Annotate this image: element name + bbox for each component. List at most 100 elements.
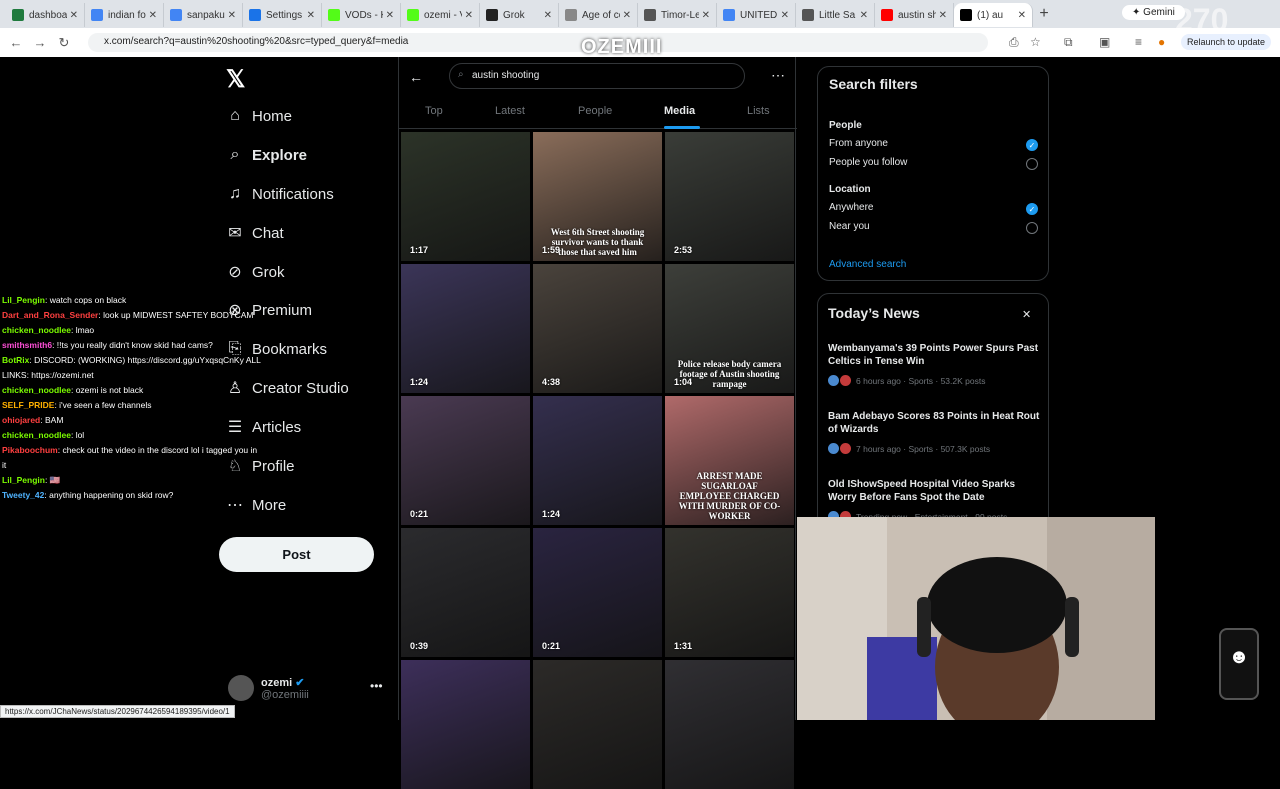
media-tile[interactable] [401, 660, 530, 789]
browser-tab[interactable]: Grok ✕ [480, 3, 559, 27]
tab-search-icon[interactable]: ≡ [1135, 35, 1142, 49]
close-icon[interactable]: ✕ [149, 10, 157, 21]
chat-message: chicken_noodlee: lol [2, 428, 262, 443]
x-logo-icon[interactable]: 𝕏 [226, 65, 245, 94]
search-input[interactable]: ⌕ austin shooting [449, 63, 745, 89]
browser-tab[interactable]: Little Sa ✕ [796, 3, 875, 27]
advanced-search-link[interactable]: Advanced search [829, 259, 906, 270]
back-arrow-icon[interactable]: ← [409, 69, 423, 85]
tab-media[interactable]: Media [664, 105, 695, 117]
media-tile[interactable]: 1:24 [533, 396, 662, 525]
chat-username: chicken_noodlee [2, 430, 71, 440]
bookmark-star-icon[interactable]: ☆ [1030, 35, 1041, 49]
close-icon[interactable]: ✕ [1022, 308, 1031, 321]
browser-tab[interactable]: indian fo ✕ [85, 3, 164, 27]
install-icon[interactable]: ⎙ [1009, 35, 1019, 50]
browser-tab[interactable]: ozemi - V✕ [401, 3, 480, 27]
media-tile[interactable]: 0:39 [401, 528, 530, 657]
media-tile[interactable]: ARREST MADE SUGARLOAF EMPLOYEE CHARGED W… [665, 396, 794, 525]
media-tile[interactable] [665, 660, 794, 789]
media-tile[interactable]: 2:53 [665, 132, 794, 261]
news-avatar [828, 443, 839, 454]
tab-top[interactable]: Top [425, 105, 443, 117]
chat-username: Pikaboochum [2, 445, 58, 455]
close-icon[interactable]: ✕ [70, 10, 78, 21]
profile-name: ozemi ✔ [261, 677, 305, 689]
tab-title: Timor-Le [661, 9, 699, 21]
news-meta-text: 6 hours ago · Sports · 53.2K posts [856, 375, 986, 386]
tab-title: dashboa [29, 9, 67, 21]
radio-unchecked-icon[interactable] [1026, 222, 1038, 234]
main-column: ← ⌕ austin shooting ⋯ Top Latest People Med… [398, 57, 797, 789]
news-meta: 7 hours ago · Sports · 507.3K posts [828, 443, 990, 454]
reload-icon[interactable]: ↻ [52, 35, 76, 51]
tab-lists[interactable]: Lists [747, 105, 770, 117]
nav-item-notifications[interactable]: ♫ Notifications [218, 178, 334, 210]
news-headline[interactable]: Old IShowSpeed Hospital Video Sparks Wor… [828, 478, 1043, 504]
extensions-icon[interactable]: ⧉ [1064, 35, 1073, 50]
media-tile[interactable]: 1:31 [665, 528, 794, 657]
back-icon[interactable]: ← [4, 35, 28, 50]
close-icon[interactable]: ✕ [386, 10, 394, 21]
tab-title: Settings [266, 9, 303, 21]
close-icon[interactable]: ✕ [939, 10, 947, 21]
nav-item-chat[interactable]: ✉ Chat [218, 217, 283, 249]
close-icon[interactable]: ✕ [860, 10, 868, 21]
more-dots-icon[interactable]: ••• [370, 679, 383, 693]
forward-icon[interactable]: → [28, 35, 52, 50]
radio-checked-icon[interactable]: ✓ [1026, 139, 1038, 151]
browser-tab[interactable]: Settings ✕ [243, 3, 322, 27]
nav-item-home[interactable]: ⌂ Home [218, 100, 292, 132]
browser-tab[interactable]: (1) au ✕ [954, 3, 1033, 27]
profile-handle: @ozemiiii [261, 689, 309, 701]
close-icon[interactable]: ✕ [781, 10, 789, 21]
media-tile[interactable]: 4:38 [533, 264, 662, 393]
news-headline[interactable]: Bam Adebayo Scores 83 Points in Heat Rou… [828, 410, 1043, 436]
browser-tab[interactable]: VODs - K✕ [322, 3, 401, 27]
close-icon[interactable]: ✕ [1018, 10, 1026, 21]
close-icon[interactable]: ✕ [623, 10, 631, 21]
media-caption: Police release body camera footage of Au… [677, 359, 782, 389]
news-avatar [840, 375, 851, 386]
news-headline[interactable]: Wembanyama's 39 Points Power Spurs Past … [828, 342, 1043, 368]
close-icon[interactable]: ✕ [307, 10, 315, 21]
post-button[interactable]: Post [219, 537, 374, 572]
chat-message: Lil_Pengin: 🇺🇸 [2, 473, 262, 488]
media-tile[interactable]: 0:21 [401, 396, 530, 525]
nav-item-explore[interactable]: ⌕ Explore [218, 139, 308, 171]
chat-text: : lmao [70, 325, 95, 335]
media-tile[interactable]: 1:17 [401, 132, 530, 261]
browser-tab[interactable]: UNITED ✕ [717, 3, 796, 27]
chat-message: SELF_PRIDE: i've seen a few channels [2, 398, 262, 413]
browser-tab[interactable]: Timor-Le ✕ [638, 3, 717, 27]
relaunch-button[interactable]: Relaunch to update [1181, 34, 1272, 50]
account-switcher[interactable]: ozemi ✔ @ozemiiii ••• [228, 671, 388, 709]
tab-people[interactable]: People [578, 105, 612, 117]
browser-tab[interactable]: sanpaku ✕ [164, 3, 243, 27]
media-tile[interactable]: 0:21 [533, 528, 662, 657]
close-icon[interactable]: ✕ [465, 10, 473, 21]
sidebar-icon[interactable]: ▣ [1099, 35, 1110, 49]
radio-checked-icon[interactable]: ✓ [1026, 203, 1038, 215]
tab-favicon-icon [249, 9, 261, 21]
search-options-icon[interactable]: ⋯ [771, 67, 785, 84]
profile-badge-icon[interactable]: ● [1158, 35, 1165, 49]
media-tile[interactable] [533, 660, 662, 789]
browser-tab[interactable]: Age of co✕ [559, 3, 638, 27]
new-tab-icon[interactable]: + [1033, 5, 1055, 23]
close-icon[interactable]: ✕ [544, 10, 552, 21]
media-tile[interactable]: Police release body camera footage of Au… [665, 264, 794, 393]
url-field[interactable]: x.com/search?q=austin%20shooting%20&src=… [88, 33, 988, 52]
tab-title: austin sh [898, 9, 936, 21]
browser-tab[interactable]: dashboa ✕ [6, 3, 85, 27]
close-icon[interactable]: ✕ [702, 10, 710, 21]
browser-tab[interactable]: austin sh ✕ [875, 3, 954, 27]
radio-unchecked-icon[interactable] [1026, 158, 1038, 170]
filter-option-label: People you follow [829, 157, 908, 168]
close-icon[interactable]: ✕ [228, 10, 236, 21]
tab-favicon-icon [881, 9, 893, 21]
media-tile[interactable]: West 6th Street shooting survivor wants … [533, 132, 662, 261]
nav-item-grok[interactable]: ⊘ Grok [218, 256, 284, 288]
tab-latest[interactable]: Latest [495, 105, 525, 117]
media-tile[interactable]: 1:24 [401, 264, 530, 393]
